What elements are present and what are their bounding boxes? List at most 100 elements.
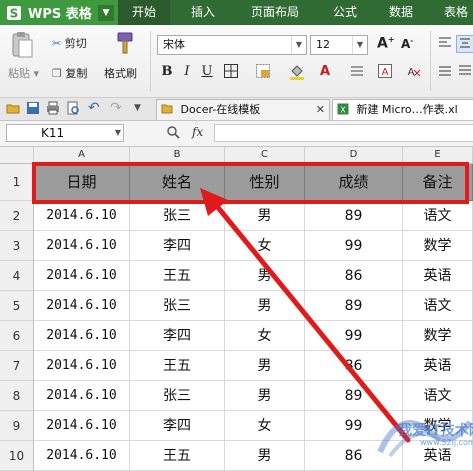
table-cell[interactable]: 男 <box>225 441 305 471</box>
select-all-corner[interactable] <box>0 147 34 163</box>
format-painter-icon[interactable] <box>112 31 136 60</box>
header-cell[interactable]: 姓名 <box>130 164 225 201</box>
bold-button[interactable]: B <box>158 63 176 81</box>
row-header[interactable]: 7 <box>0 351 34 381</box>
table-cell[interactable]: 99 <box>305 321 403 351</box>
table-cell[interactable]: 2014.6.10 <box>34 321 130 351</box>
font-settings-icon[interactable]: A <box>376 63 394 81</box>
font-name-select[interactable]: 宋体 ▼ <box>157 35 307 55</box>
clear-format-icon[interactable]: A <box>404 63 422 81</box>
table-cell[interactable]: 2014.6.10 <box>34 381 130 411</box>
table-cell[interactable]: 语文 <box>403 381 473 411</box>
font-color-icon[interactable]: A <box>316 63 334 81</box>
align-center-icon[interactable] <box>456 35 473 53</box>
table-cell[interactable]: 数学 <box>403 321 473 351</box>
column-header-b[interactable]: B <box>130 147 225 163</box>
tab-formula[interactable]: 公式 <box>320 0 370 25</box>
tab-data[interactable]: 数据 <box>378 0 424 25</box>
column-header-c[interactable]: C <box>225 147 305 163</box>
cut-button[interactable]: ✂ 剪切 <box>52 35 87 51</box>
font-size-select[interactable]: 12 ▼ <box>310 35 368 55</box>
table-cell[interactable]: 张三 <box>130 201 225 231</box>
table-cell[interactable]: 英语 <box>403 351 473 381</box>
align-middle-icon[interactable] <box>436 63 454 81</box>
table-cell[interactable]: 李四 <box>130 411 225 441</box>
table-cell[interactable]: 张三 <box>130 291 225 321</box>
print-preview-icon[interactable] <box>66 101 80 115</box>
search-icon[interactable] <box>166 125 180 139</box>
chevron-down-icon[interactable]: ▼ <box>98 4 114 21</box>
name-box[interactable]: K11 ▼ <box>6 124 124 142</box>
cell-style-icon[interactable] <box>254 63 272 81</box>
column-header-d[interactable]: D <box>305 147 403 163</box>
tab-table[interactable]: 表格 <box>438 0 473 25</box>
insert-function-button[interactable]: fx <box>192 125 203 139</box>
chevron-down-icon[interactable]: ▼ <box>134 101 148 115</box>
save-icon[interactable] <box>26 101 40 115</box>
table-cell[interactable]: 2014.6.10 <box>34 411 130 441</box>
table-cell[interactable]: 英语 <box>403 261 473 291</box>
increase-font-icon[interactable]: A+ <box>377 35 395 52</box>
row-header[interactable]: 2 <box>0 201 34 231</box>
table-cell[interactable]: 2014.6.10 <box>34 291 130 321</box>
column-header-a[interactable]: A <box>34 147 130 163</box>
table-cell[interactable]: 89 <box>305 381 403 411</box>
underline-button[interactable]: U <box>198 63 216 81</box>
table-cell[interactable]: 女 <box>225 321 305 351</box>
table-cell[interactable]: 王五 <box>130 351 225 381</box>
table-cell[interactable]: 王五 <box>130 261 225 291</box>
row-header[interactable]: 10 <box>0 441 34 471</box>
copy-button[interactable]: ❐ 复制 <box>52 65 87 81</box>
undo-icon[interactable]: ↶ <box>88 101 102 115</box>
print-icon[interactable] <box>46 101 60 115</box>
table-cell[interactable]: 男 <box>225 381 305 411</box>
table-cell[interactable]: 86 <box>305 441 403 471</box>
header-cell[interactable]: 备注 <box>403 164 473 201</box>
open-folder-icon[interactable] <box>6 101 20 115</box>
row-header[interactable]: 3 <box>0 231 34 261</box>
align-left-icon[interactable] <box>436 35 454 53</box>
row-header[interactable]: 9 <box>0 411 34 441</box>
row-header[interactable]: 1 <box>0 164 34 201</box>
table-cell[interactable]: 语文 <box>403 201 473 231</box>
table-cell[interactable]: 数学 <box>403 411 473 441</box>
table-cell[interactable]: 男 <box>225 351 305 381</box>
formula-input[interactable] <box>214 124 473 142</box>
header-cell[interactable]: 日期 <box>34 164 130 201</box>
close-icon[interactable]: ✕ <box>316 100 325 119</box>
table-cell[interactable]: 2014.6.10 <box>34 351 130 381</box>
table-cell[interactable]: 2014.6.10 <box>34 441 130 471</box>
table-cell[interactable]: 张三 <box>130 381 225 411</box>
italic-button[interactable]: I <box>178 63 196 81</box>
table-cell[interactable]: 李四 <box>130 321 225 351</box>
table-cell[interactable]: 女 <box>225 411 305 441</box>
table-cell[interactable]: 89 <box>305 291 403 321</box>
table-cell[interactable]: 男 <box>225 201 305 231</box>
table-cell[interactable]: 男 <box>225 261 305 291</box>
table-cell[interactable]: 89 <box>305 201 403 231</box>
column-header-e[interactable]: E <box>403 147 473 163</box>
header-cell[interactable]: 性别 <box>225 164 305 201</box>
table-cell[interactable]: 99 <box>305 231 403 261</box>
border-icon[interactable] <box>222 63 240 81</box>
table-cell[interactable]: 英语 <box>403 441 473 471</box>
tab-home[interactable]: 开始 <box>118 0 170 25</box>
table-cell[interactable]: 数学 <box>403 231 473 261</box>
redo-icon[interactable]: ↷ <box>110 101 124 115</box>
table-cell[interactable]: 2014.6.10 <box>34 261 130 291</box>
tab-docer-templates[interactable]: Docer-在线模板 ✕ <box>156 99 330 120</box>
wrap-text-icon[interactable] <box>348 63 366 81</box>
format-painter-button[interactable]: 格式刷 <box>104 65 137 81</box>
table-cell[interactable]: 女 <box>225 231 305 261</box>
paste-icon[interactable] <box>10 31 34 62</box>
wps-app-button[interactable]: S WPS 表格 ▼ <box>0 0 118 25</box>
tab-insert[interactable]: 插入 <box>178 0 228 25</box>
table-cell[interactable]: 语文 <box>403 291 473 321</box>
table-cell[interactable]: 男 <box>225 291 305 321</box>
paste-button[interactable]: 粘贴 ▾ <box>8 65 39 81</box>
row-header[interactable]: 5 <box>0 291 34 321</box>
header-cell[interactable]: 成绩 <box>305 164 403 201</box>
table-cell[interactable]: 李四 <box>130 231 225 261</box>
table-cell[interactable]: 86 <box>305 351 403 381</box>
table-cell[interactable]: 2014.6.10 <box>34 231 130 261</box>
